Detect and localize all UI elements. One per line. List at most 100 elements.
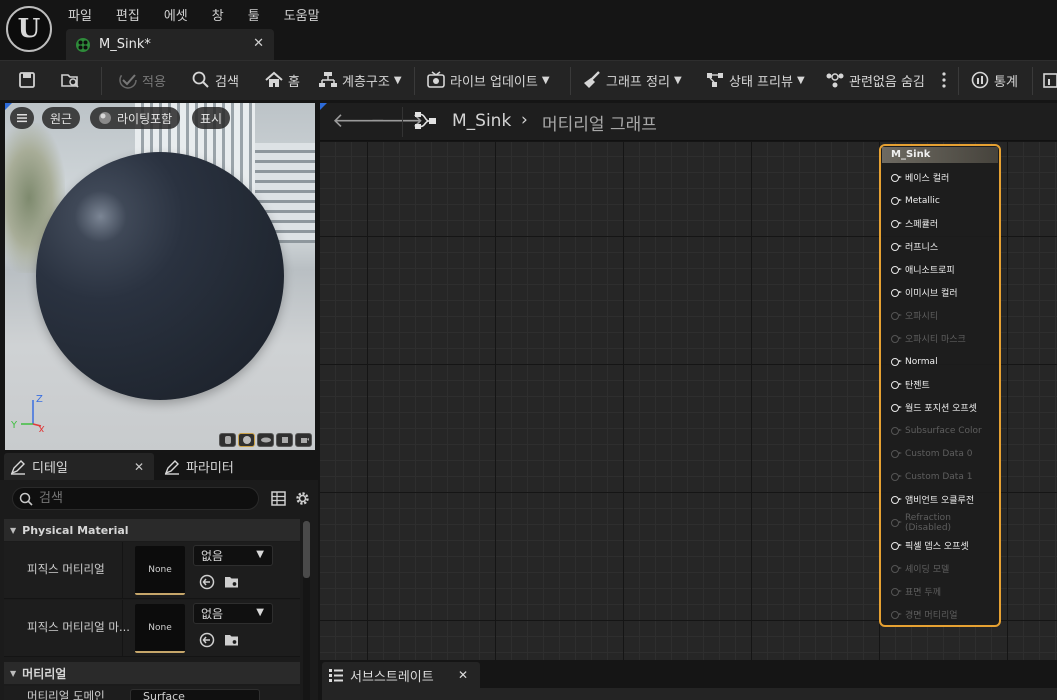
stats-button[interactable]: 통계 — [970, 61, 1018, 99]
sphere-shape-button[interactable] — [238, 433, 255, 447]
unreal-logo-icon[interactable]: U — [6, 6, 52, 52]
browse-asset-button[interactable] — [60, 61, 84, 99]
material-domain-combo[interactable]: Surface — [130, 689, 260, 700]
home-button[interactable]: 홈 — [264, 61, 300, 99]
node-input-pin[interactable]: Refraction (Disabled) — [881, 511, 999, 534]
pin-connector-icon[interactable] — [891, 242, 902, 251]
pin-connector-icon[interactable] — [891, 288, 902, 297]
menu-asset[interactable]: 에셋 — [152, 0, 200, 26]
pin-connector-icon[interactable] — [891, 196, 902, 205]
platform-stats-button[interactable] — [1042, 61, 1057, 99]
hierarchy-button[interactable]: 계층구조 ▼ — [318, 61, 402, 99]
gear-icon[interactable] — [294, 490, 311, 507]
node-input-pin[interactable]: Subsurface Color — [881, 419, 999, 442]
hide-unrelated-button[interactable]: 관련없음 숨김 — [825, 61, 925, 99]
show-flags-button[interactable]: 표시 — [192, 107, 231, 129]
pin-connector-icon[interactable] — [891, 357, 902, 366]
asset-picker-combo[interactable]: 없음 ▼ — [193, 545, 273, 566]
custom-mesh-button[interactable] — [295, 433, 312, 447]
menu-file[interactable]: 파일 — [56, 0, 104, 26]
apply-button[interactable]: 적용 — [118, 61, 166, 99]
cylinder-shape-button[interactable] — [219, 433, 236, 447]
plane-shape-button[interactable] — [257, 433, 274, 447]
node-preview-icon — [707, 73, 723, 87]
node-input-pin[interactable]: 러프니스 — [881, 235, 999, 258]
pin-connector-icon[interactable] — [891, 173, 902, 182]
node-input-pin[interactable]: 경면 머티리얼 — [881, 603, 999, 625]
pin-connector-icon[interactable] — [891, 311, 902, 320]
cube-shape-button[interactable] — [276, 433, 293, 447]
node-input-pin[interactable]: 스페큘러 — [881, 212, 999, 235]
node-input-pin[interactable]: 오파시티 — [881, 304, 999, 327]
pin-connector-icon[interactable] — [891, 472, 902, 481]
pin-connector-icon[interactable] — [891, 449, 902, 458]
lighting-mode-button[interactable]: 라이팅포함 — [90, 107, 181, 129]
use-selected-button[interactable] — [198, 631, 216, 649]
close-icon[interactable]: ✕ — [458, 668, 468, 682]
node-input-pin[interactable]: 픽셀 뎁스 오프셋 — [881, 534, 999, 557]
node-input-pin[interactable]: 애니소트로피 — [881, 258, 999, 281]
document-tab[interactable]: M_Sink* ✕ — [66, 29, 274, 60]
pin-connector-icon[interactable] — [891, 541, 902, 550]
tab-details[interactable]: 디테일 ✕ — [4, 453, 154, 480]
pin-connector-icon[interactable] — [891, 265, 902, 274]
pin-connector-icon[interactable] — [891, 587, 902, 596]
material-preview-viewport[interactable]: 원근 라이팅포함 표시 Z Y X — [5, 103, 315, 450]
stats-preview-button[interactable]: 상태 프리뷰 ▼ — [705, 61, 805, 99]
browse-asset-button[interactable] — [223, 573, 241, 591]
tab-substrate[interactable]: 서브스트레이트 ✕ — [322, 662, 480, 688]
viewport-menu-button[interactable] — [10, 107, 34, 129]
node-input-pin[interactable]: 표면 두께 — [881, 580, 999, 603]
pin-connector-icon[interactable] — [891, 610, 902, 619]
node-input-pin[interactable]: 앰비언트 오클루전 — [881, 488, 999, 511]
asset-thumbnail[interactable]: None — [135, 604, 185, 653]
hierarchy-icon — [319, 72, 337, 87]
category-physical-material[interactable]: ▼ Physical Material — [4, 519, 300, 541]
live-update-button[interactable]: 라이브 업데이트 ▼ — [426, 61, 550, 99]
pin-connector-icon[interactable] — [891, 403, 902, 412]
node-input-pin[interactable]: 셰이딩 모델 — [881, 557, 999, 580]
node-input-pin[interactable]: Normal — [881, 350, 999, 373]
node-input-pin[interactable]: 오파시티 마스크 — [881, 327, 999, 350]
pin-connector-icon[interactable] — [891, 518, 902, 527]
asset-picker-combo[interactable]: 없음 ▼ — [193, 603, 273, 624]
tab-parameters[interactable]: 파라미터 — [160, 453, 316, 480]
node-input-pin[interactable]: Metallic — [881, 189, 999, 212]
pin-connector-icon[interactable] — [891, 219, 902, 228]
close-icon[interactable]: ✕ — [134, 460, 144, 474]
pin-connector-icon[interactable] — [891, 426, 902, 435]
scrollbar-thumb[interactable] — [303, 521, 310, 578]
node-input-pin[interactable]: 월드 포지션 오프셋 — [881, 396, 999, 419]
close-icon[interactable]: ✕ — [253, 36, 264, 51]
details-scrollbar[interactable] — [303, 521, 310, 700]
table-view-icon[interactable] — [271, 491, 286, 506]
node-input-pin[interactable]: 베이스 컬러 — [881, 166, 999, 189]
save-button[interactable] — [17, 61, 41, 99]
node-input-pin[interactable]: 탄젠트 — [881, 373, 999, 396]
menu-window[interactable]: 창 — [200, 0, 236, 26]
pin-connector-icon[interactable] — [891, 334, 902, 343]
breadcrumb-graph[interactable]: 머티리얼 그래프 — [542, 110, 657, 135]
clean-graph-button[interactable]: 그래프 정리 ▼ — [582, 61, 682, 99]
node-input-pin[interactable]: Custom Data 1 — [881, 465, 999, 488]
pin-connector-icon[interactable] — [891, 564, 902, 573]
node-input-pin[interactable]: Custom Data 0 — [881, 442, 999, 465]
material-result-node[interactable]: M_Sink 베이스 컬러 Metallic 스페큘러 러프니스 애니소트로피 이미시브 … — [879, 144, 1001, 627]
search-button[interactable]: 검색 — [191, 61, 239, 99]
menu-help[interactable]: 도움말 — [272, 0, 332, 26]
details-search-box[interactable] — [12, 487, 259, 510]
node-input-pin[interactable]: 이미시브 컬러 — [881, 281, 999, 304]
menu-edit[interactable]: 편집 — [104, 0, 152, 26]
pin-connector-icon[interactable] — [891, 380, 902, 389]
details-search-input[interactable] — [39, 491, 239, 506]
pin-connector-icon[interactable] — [891, 495, 902, 504]
breadcrumb-asset[interactable]: M_Sink — [452, 111, 511, 131]
perspective-button[interactable]: 원근 — [42, 107, 81, 129]
thumbnail-none-label: None — [148, 564, 172, 575]
asset-thumbnail[interactable]: None — [135, 546, 185, 595]
category-material[interactable]: ▼ 머티리얼 — [4, 662, 300, 684]
menu-tools[interactable]: 툴 — [236, 0, 272, 26]
more-options-button[interactable] — [934, 61, 958, 99]
browse-asset-button[interactable] — [223, 631, 241, 649]
use-selected-button[interactable] — [198, 573, 216, 591]
